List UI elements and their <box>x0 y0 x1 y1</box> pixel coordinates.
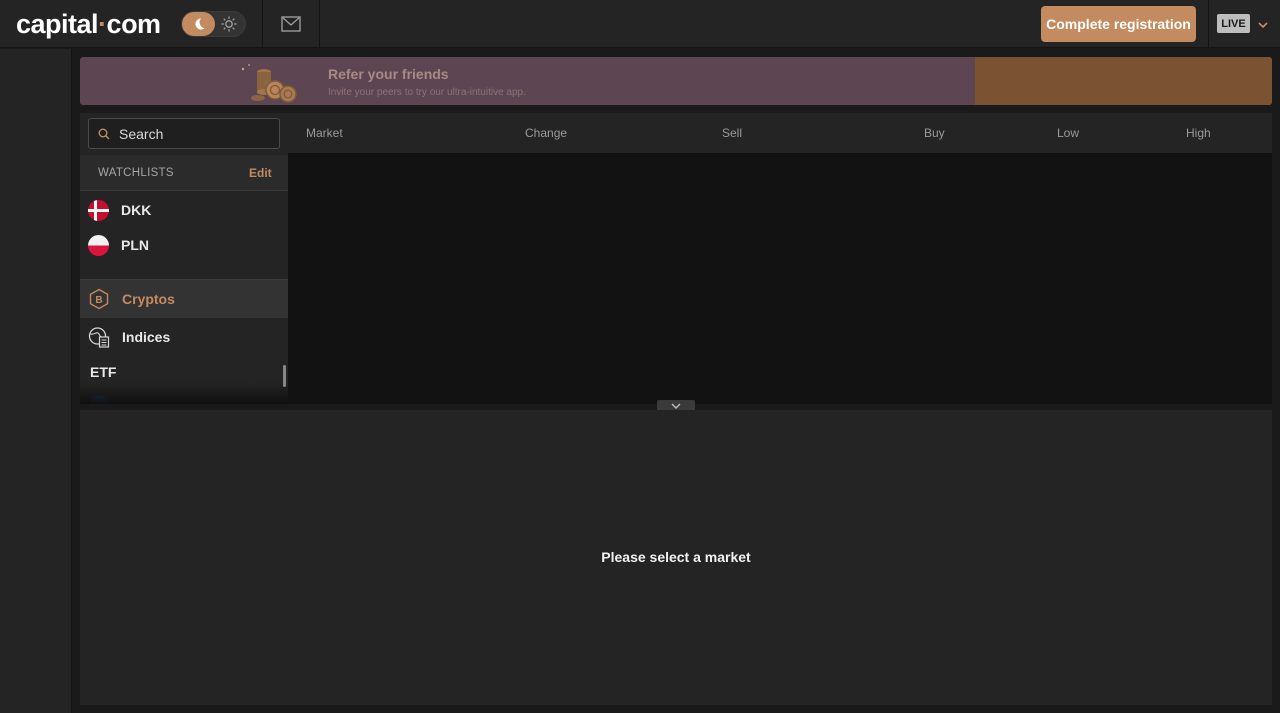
list-item-label: PLN <box>121 237 149 253</box>
list-item-label: DKK <box>121 202 152 218</box>
category-label: Indices <box>122 329 171 345</box>
capital-com-logo[interactable]: capital·com <box>16 9 161 40</box>
markets-panel: Market Change Sell Buy Low High WATCHLIS… <box>80 113 1272 404</box>
logo-dot: · <box>98 9 107 39</box>
search-input[interactable] <box>119 124 269 144</box>
column-header-sell[interactable]: Sell <box>722 126 742 140</box>
sun-icon <box>220 15 238 33</box>
left-navigation-rail <box>0 49 72 713</box>
watchlists-header: WATCHLISTS Edit <box>80 155 288 191</box>
banner-accent-panel <box>975 57 1272 105</box>
account-mode-badge[interactable]: LIVE <box>1217 14 1250 33</box>
coins-illustration-icon <box>240 63 310 103</box>
mail-icon[interactable] <box>279 13 303 35</box>
column-header-buy[interactable]: Buy <box>924 126 945 140</box>
complete-registration-button[interactable]: Complete registration <box>1041 6 1196 42</box>
edit-watchlists-button[interactable]: Edit <box>249 166 272 180</box>
divider <box>319 0 320 48</box>
logo-text-com: com <box>106 9 162 39</box>
list-item-pln[interactable]: PLN <box>80 228 288 263</box>
category-label: Cryptos <box>122 291 175 307</box>
divider <box>262 0 263 48</box>
scroll-fade <box>80 382 288 404</box>
svg-text:B: B <box>95 295 102 306</box>
category-etf[interactable]: ETF <box>90 364 116 380</box>
banner-title: Refer your friends <box>328 66 449 82</box>
theme-toggle[interactable] <box>181 11 246 37</box>
logo-text-capital: capital <box>16 9 99 39</box>
market-detail-panel: Please select a market <box>80 410 1272 705</box>
denmark-flag-icon <box>88 200 109 221</box>
sidebar-scrollbar[interactable] <box>283 365 286 387</box>
column-header-high[interactable]: High <box>1186 126 1211 140</box>
markets-header: Market Change Sell Buy Low High <box>80 113 1272 153</box>
column-header-low[interactable]: Low <box>1057 126 1079 140</box>
globe-document-icon <box>88 327 110 348</box>
top-bar: capital·com Complete registration LIVE <box>0 0 1280 48</box>
search-icon <box>98 128 110 140</box>
search-box[interactable] <box>88 118 280 149</box>
category-indices[interactable]: Indices <box>80 318 288 356</box>
refer-friends-banner[interactable]: Refer your friends Invite your peers to … <box>80 57 1272 105</box>
empty-state-message: Please select a market <box>601 549 751 565</box>
column-header-market[interactable]: Market <box>306 126 343 140</box>
watchlists-title: WATCHLISTS <box>98 167 174 179</box>
list-item-dkk[interactable]: DKK <box>80 193 288 228</box>
watchlist-sidebar: WATCHLISTS Edit DKK PLN B Cryptos Indice… <box>80 153 288 404</box>
poland-flag-icon <box>88 235 109 256</box>
bitcoin-icon: B <box>89 288 109 310</box>
divider <box>1208 0 1209 48</box>
column-header-change[interactable]: Change <box>525 126 567 140</box>
category-cryptos[interactable]: B Cryptos <box>80 280 288 318</box>
banner-subtitle: Invite your peers to try our ultra-intui… <box>328 87 526 98</box>
chevron-down-icon[interactable] <box>1257 18 1269 30</box>
moon-icon <box>182 12 215 36</box>
chevron-down-icon <box>671 403 681 409</box>
